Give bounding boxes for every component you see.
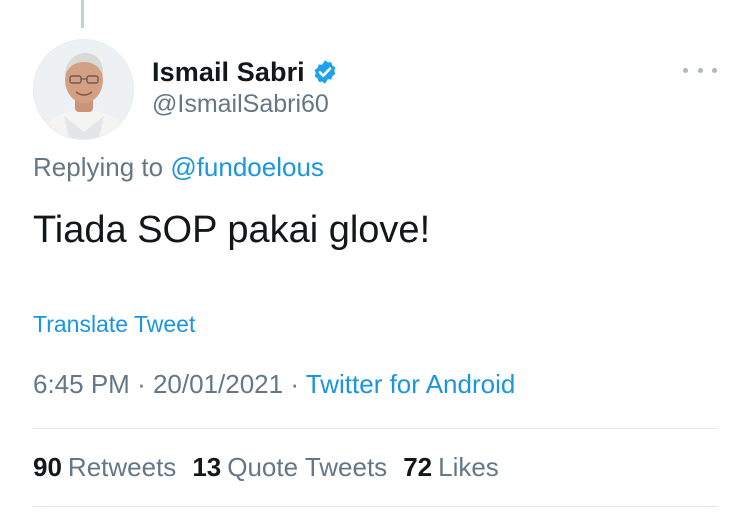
likes-label: Likes bbox=[438, 452, 499, 482]
profile-photo-icon bbox=[34, 40, 133, 139]
quote-tweets-label: Quote Tweets bbox=[227, 452, 388, 482]
retweets-label: Retweets bbox=[67, 452, 177, 482]
replying-to-mention-link[interactable]: @fundoelous bbox=[170, 152, 324, 182]
more-dot bbox=[683, 67, 688, 73]
more-dot bbox=[712, 67, 717, 73]
quote-tweets-stat[interactable]: 13 Quote Tweets bbox=[192, 452, 387, 483]
divider bbox=[33, 506, 718, 507]
author-handle[interactable]: @IsmailSabri60 bbox=[152, 90, 329, 119]
replying-to-label: Replying to bbox=[33, 152, 164, 182]
tweet-date: 20/01/2021 bbox=[152, 369, 284, 399]
engagement-stats: 90 Retweets 13 Quote Tweets 72 Likes bbox=[33, 452, 515, 483]
author-name-row[interactable]: Ismail Sabri bbox=[152, 54, 338, 90]
likes-count: 72 bbox=[403, 452, 433, 482]
tweet-text: Tiada SOP pakai glove! bbox=[33, 209, 431, 251]
translate-tweet-link[interactable]: Translate Tweet bbox=[33, 311, 195, 338]
more-options-icon[interactable] bbox=[683, 60, 717, 80]
divider bbox=[33, 428, 718, 429]
tweet-time: 6:45 PM bbox=[33, 369, 130, 399]
replying-to-line: Replying to @fundoelous bbox=[33, 152, 324, 183]
likes-stat[interactable]: 72 Likes bbox=[403, 452, 499, 483]
quote-tweets-count: 13 bbox=[192, 452, 222, 482]
verified-badge-icon bbox=[314, 60, 336, 84]
author-display-name[interactable]: Ismail Sabri bbox=[152, 57, 305, 88]
avatar[interactable] bbox=[33, 39, 134, 140]
tweet-metadata: 6:45 PM · 20/01/2021 · Twitter for Andro… bbox=[33, 369, 515, 400]
meta-separator: · bbox=[137, 369, 146, 399]
thread-connector-line bbox=[81, 0, 84, 28]
meta-separator: · bbox=[290, 369, 300, 399]
tweet-source-link[interactable]: Twitter for Android bbox=[306, 369, 516, 399]
more-dot bbox=[697, 67, 703, 73]
retweets-stat[interactable]: 90 Retweets bbox=[33, 452, 176, 483]
retweets-count: 90 bbox=[33, 452, 62, 482]
